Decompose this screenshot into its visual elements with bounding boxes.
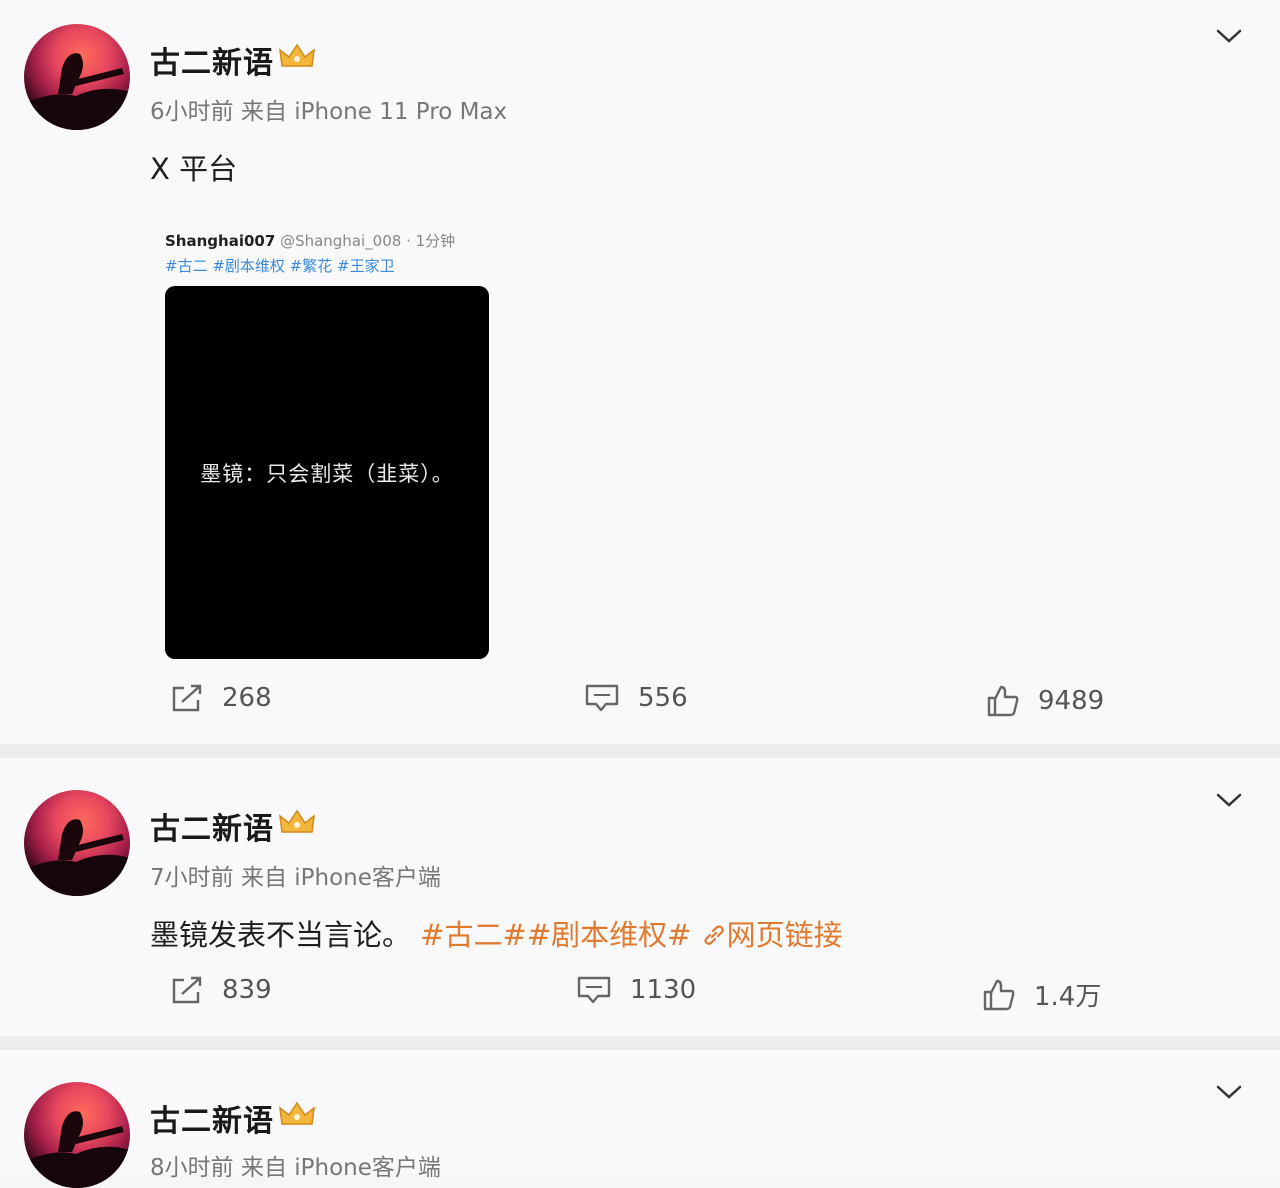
like-button[interactable]: 1.4万 xyxy=(982,976,1101,1013)
repost-button[interactable]: 268 xyxy=(170,682,272,714)
comment-icon xyxy=(585,684,619,712)
hashtag-link[interactable]: #古二# xyxy=(420,918,527,952)
chevron-down-icon[interactable] xyxy=(1214,1082,1244,1102)
web-link[interactable]: 网页链接 xyxy=(701,918,843,952)
web-link-label: 网页链接 xyxy=(726,918,843,952)
avatar[interactable] xyxy=(24,24,130,130)
comment-count: 1130 xyxy=(630,975,697,1005)
embed-sub: @Shanghai_008 · 1分钟 xyxy=(280,232,456,250)
chevron-down-icon[interactable] xyxy=(1214,790,1244,810)
link-icon xyxy=(704,925,724,945)
thumbs-up-icon xyxy=(983,979,1015,1010)
post-text: X 平台 xyxy=(150,152,238,186)
embed-tags[interactable]: #古二 #剧本维权 #繁花 #王家卫 xyxy=(165,255,395,276)
feed-post: 古二新语 7小时前 来自 iPhone客户端 墨镜发表不当言论。 #古二##剧本… xyxy=(0,758,1280,1036)
author-name[interactable]: 古二新语 xyxy=(150,804,274,848)
embed-image[interactable]: 墨镜：只会割菜（韭菜）。 xyxy=(165,286,489,659)
feed-post: 古二新语 6小时前 来自 iPhone 11 Pro Max X 平台 Shan… xyxy=(0,0,1280,744)
author-name[interactable]: 古二新语 xyxy=(150,38,274,82)
repost-count: 839 xyxy=(222,975,272,1005)
post-meta: 8小时前 来自 iPhone客户端 xyxy=(150,1155,441,1181)
repost-icon xyxy=(172,976,202,1004)
comment-count: 556 xyxy=(638,683,688,713)
post-meta: 7小时前 来自 iPhone客户端 xyxy=(150,865,441,891)
comment-button[interactable]: 556 xyxy=(584,682,688,714)
post-text: 墨镜发表不当言论。 #古二##剧本维权# 网页链接 xyxy=(150,912,843,954)
post-meta: 6小时前 来自 iPhone 11 Pro Max xyxy=(150,99,508,125)
chevron-down-icon[interactable] xyxy=(1214,26,1244,46)
feed-post: 古二新语 8小时前 来自 iPhone客户端 xyxy=(0,1050,1280,1188)
repost-icon xyxy=(172,684,202,712)
comment-button[interactable]: 1130 xyxy=(576,974,696,1006)
post-divider xyxy=(0,1036,1280,1050)
repost-button[interactable]: 839 xyxy=(170,974,272,1006)
avatar[interactable] xyxy=(24,1082,130,1188)
hashtag-link[interactable]: #剧本维权# xyxy=(527,918,692,952)
like-count: 1.4万 xyxy=(1034,982,1102,1012)
crown-icon xyxy=(279,43,315,67)
like-count: 9489 xyxy=(1038,686,1105,716)
like-button[interactable]: 9489 xyxy=(986,684,1104,718)
embed-handle: Shanghai007 xyxy=(165,232,276,250)
thumbs-up-icon xyxy=(987,685,1019,717)
embed-header: Shanghai007 @Shanghai_008 · 1分钟 xyxy=(165,230,455,251)
avatar[interactable] xyxy=(24,790,130,896)
post-divider xyxy=(0,744,1280,758)
embed-image-text: 墨镜：只会割菜（韭菜）。 xyxy=(200,462,454,486)
crown-icon xyxy=(279,809,315,833)
repost-count: 268 xyxy=(222,683,272,713)
crown-icon xyxy=(279,1101,315,1125)
comment-icon xyxy=(577,976,611,1004)
author-name[interactable]: 古二新语 xyxy=(150,1096,274,1140)
post-text-body: 墨镜发表不当言论。 xyxy=(150,918,412,952)
